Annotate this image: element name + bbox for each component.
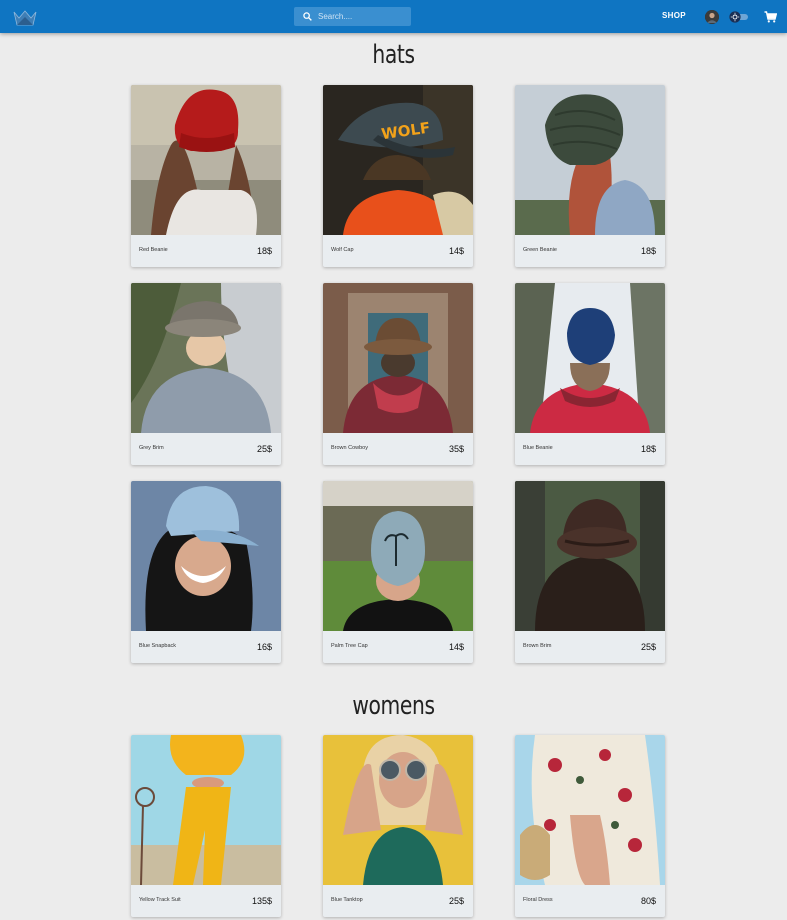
product-price: 14$ — [448, 642, 464, 652]
product-image: WOLF — [323, 85, 473, 235]
product-image — [323, 735, 473, 885]
cart-icon[interactable] — [764, 11, 777, 23]
product-image — [515, 735, 665, 885]
search-bar[interactable] — [294, 7, 411, 26]
product-price: 25$ — [448, 896, 464, 906]
product-price: 18$ — [256, 246, 272, 256]
product-image — [515, 283, 665, 433]
product-price: 135$ — [251, 896, 272, 906]
product-card[interactable]: Red Beanie 18$ — [131, 85, 281, 267]
product-name: Green Beanie — [523, 247, 557, 253]
section-title-hats[interactable]: hats — [87, 40, 701, 70]
product-card[interactable]: WOLF Wolf Cap 14$ — [323, 85, 473, 267]
theme-toggle-icon[interactable] — [729, 11, 749, 23]
product-price: 25$ — [640, 642, 656, 652]
product-card[interactable]: Palm Tree Cap 14$ — [323, 481, 473, 663]
product-image — [323, 481, 473, 631]
product-image — [323, 283, 473, 433]
product-grid-hats: Red Beanie 18$ WOLF Wolf Cap 14$ Green B… — [131, 85, 665, 663]
product-card[interactable]: Blue Snapback 16$ — [131, 481, 281, 663]
product-image — [131, 735, 281, 885]
product-card[interactable]: Brown Brim 25$ — [515, 481, 665, 663]
product-card[interactable]: Grey Brim 25$ — [131, 283, 281, 465]
crown-logo-icon[interactable] — [13, 9, 37, 27]
product-price: 18$ — [640, 246, 656, 256]
top-navbar: SHOP — [0, 0, 787, 33]
product-name: Brown Brim — [523, 643, 552, 649]
product-card[interactable]: Brown Cowboy 35$ — [323, 283, 473, 465]
product-image — [131, 85, 281, 235]
search-icon — [303, 12, 312, 21]
product-name: Blue Snapback — [139, 643, 176, 649]
product-name: Blue Beanie — [523, 445, 553, 451]
product-card[interactable]: Blue Tanktop 25$ — [323, 735, 473, 917]
product-name: Yellow Track Suit — [139, 897, 181, 903]
product-price: 18$ — [640, 444, 656, 454]
product-name: Blue Tanktop — [331, 897, 363, 903]
product-price: 35$ — [448, 444, 464, 454]
shop-link[interactable]: SHOP — [662, 11, 686, 20]
product-price: 25$ — [256, 444, 272, 454]
product-name: Wolf Cap — [331, 247, 354, 253]
product-name: Floral Dress — [523, 897, 553, 903]
product-price: 16$ — [256, 642, 272, 652]
product-price: 14$ — [448, 246, 464, 256]
product-image — [131, 481, 281, 631]
product-card[interactable]: Yellow Track Suit 135$ — [131, 735, 281, 917]
product-grid-womens: Yellow Track Suit 135$ Blue Tanktop 25$ — [131, 735, 665, 917]
product-image — [515, 85, 665, 235]
product-card[interactable]: Green Beanie 18$ — [515, 85, 665, 267]
avatar[interactable] — [705, 10, 719, 24]
product-image — [131, 283, 281, 433]
product-card[interactable]: Blue Beanie 18$ — [515, 283, 665, 465]
product-image — [515, 481, 665, 631]
product-name: Palm Tree Cap — [331, 643, 368, 649]
product-name: Brown Cowboy — [331, 445, 368, 451]
product-name: Red Beanie — [139, 247, 168, 253]
product-card[interactable]: Floral Dress 80$ — [515, 735, 665, 917]
product-price: 80$ — [640, 896, 656, 906]
search-input[interactable] — [318, 12, 403, 21]
product-name: Grey Brim — [139, 445, 164, 451]
section-title-womens[interactable]: womens — [87, 691, 701, 721]
